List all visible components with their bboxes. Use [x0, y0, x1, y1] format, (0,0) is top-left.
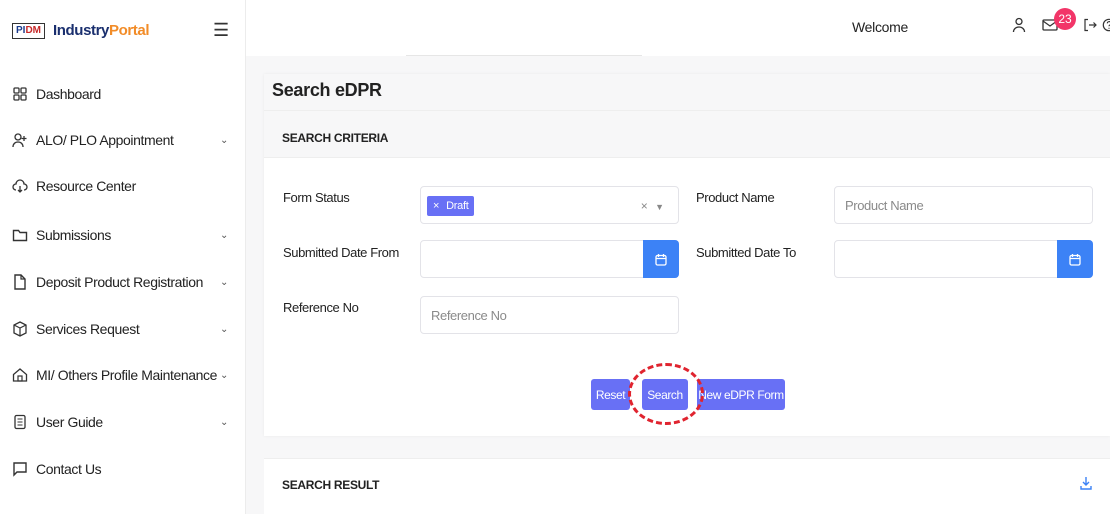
logo-mark: PIDM: [12, 22, 46, 39]
logo-text-dm: DM: [25, 24, 42, 36]
search-button[interactable]: Search: [642, 379, 688, 410]
calendar-button[interactable]: [643, 240, 679, 278]
brand: PIDM IndustryPortal ☰: [0, 0, 246, 56]
dropdown-arrow-icon[interactable]: ▼: [655, 202, 666, 212]
submitted-date-to-label: Submitted Date To: [696, 245, 796, 260]
folder-icon: [12, 227, 28, 243]
chevron-down-icon[interactable]: ⌄: [220, 135, 228, 146]
submitted-date-from-field[interactable]: [420, 240, 679, 278]
welcome-text: Welcome: [852, 19, 908, 35]
submitted-date-to-input[interactable]: [835, 241, 1055, 277]
page-title-bar: [264, 74, 1110, 110]
brand-name: IndustryPortal: [53, 22, 150, 39]
calendar-button[interactable]: [1057, 240, 1093, 278]
sidebar-item-deposit-product-registration[interactable]: Deposit Product Registration ⌄: [0, 260, 246, 304]
sidebar-item-label: MI/ Others Profile Maintenance: [36, 367, 217, 383]
sidebar-item-label: Submissions: [36, 227, 111, 243]
sidebar-item-contact-us[interactable]: Contact Us: [0, 447, 246, 491]
select-controls: × ▼: [641, 199, 666, 213]
download-icon[interactable]: [1080, 476, 1092, 495]
sidebar-item-profile-maintenance[interactable]: MI/ Others Profile Maintenance ⌄: [0, 353, 246, 397]
product-name-field[interactable]: [834, 186, 1093, 224]
sidebar: PIDM IndustryPortal ☰ Dashboard ALO/ PLO…: [0, 0, 246, 514]
logo[interactable]: PIDM IndustryPortal: [12, 22, 150, 39]
submitted-date-from-input[interactable]: [421, 241, 641, 277]
chevron-down-icon[interactable]: ⌄: [220, 417, 228, 428]
grid-icon: [12, 86, 28, 102]
sidebar-item-resource-center[interactable]: Resource Center: [0, 164, 246, 208]
chevron-down-icon[interactable]: ⌄: [220, 230, 228, 241]
box-icon: [12, 321, 28, 337]
user-profile-icon[interactable]: [1010, 16, 1028, 34]
clear-icon[interactable]: ×: [641, 199, 650, 213]
sidebar-item-label: Deposit Product Registration: [36, 274, 203, 290]
new-edpr-form-button[interactable]: New eDPR Form: [697, 379, 785, 410]
product-name-label: Product Name: [696, 190, 775, 205]
chevron-down-icon[interactable]: ⌄: [220, 370, 228, 381]
sidebar-item-label: Contact Us: [36, 461, 102, 477]
form-status-tag[interactable]: × Draft: [427, 196, 475, 216]
help-icon[interactable]: [1100, 16, 1110, 34]
submitted-date-from-label: Submitted Date From: [283, 245, 399, 260]
reference-no-input[interactable]: [421, 297, 678, 333]
sidebar-item-services-request[interactable]: Services Request ⌄: [0, 307, 246, 351]
calendar-icon: [655, 253, 667, 266]
product-name-input[interactable]: [835, 187, 1092, 223]
sidebar-item-label: User Guide: [36, 414, 103, 430]
chevron-down-icon[interactable]: ⌄: [220, 324, 228, 335]
reference-no-field[interactable]: [420, 296, 679, 334]
reset-button[interactable]: Reset: [591, 379, 630, 410]
sidebar-item-label: Services Request: [36, 321, 140, 337]
book-icon: [12, 414, 28, 430]
notification-badge[interactable]: 23: [1054, 8, 1076, 30]
sidebar-item-alo-plo-appointment[interactable]: ALO/ PLO Appointment ⌄: [0, 118, 246, 162]
form-status-label: Form Status: [283, 190, 350, 205]
search-criteria-header: [264, 110, 1110, 158]
sidebar-item-dashboard[interactable]: Dashboard: [0, 72, 246, 116]
cloud-icon: [12, 178, 28, 194]
document-icon: [12, 274, 28, 290]
logout-icon[interactable]: [1081, 16, 1099, 34]
sidebar-item-label: ALO/ PLO Appointment: [36, 132, 174, 148]
hamburger-menu-icon[interactable]: ☰: [213, 20, 229, 41]
remove-tag-icon[interactable]: ×: [433, 200, 439, 212]
calendar-icon: [1069, 253, 1081, 266]
search-result-title: SEARCH RESULT: [282, 478, 380, 492]
search-result-section: [264, 458, 1110, 514]
top-bar: Welcome 23: [246, 0, 1110, 56]
form-status-select[interactable]: × Draft × ▼: [420, 186, 679, 224]
brand-name-part1: Industry: [53, 22, 109, 39]
user-plus-icon: [12, 132, 28, 148]
sidebar-item-label: Resource Center: [36, 178, 136, 194]
sidebar-item-submissions[interactable]: Submissions ⌄: [0, 213, 246, 257]
home-icon: [12, 367, 28, 383]
sidebar-item-label: Dashboard: [36, 86, 101, 102]
chat-icon: [12, 461, 28, 477]
submitted-date-to-field[interactable]: [834, 240, 1093, 278]
chevron-down-icon[interactable]: ⌄: [220, 277, 228, 288]
sidebar-item-user-guide[interactable]: User Guide ⌄: [0, 400, 246, 444]
search-criteria-title: SEARCH CRITERIA: [282, 131, 389, 145]
brand-name-part2: Portal: [109, 22, 150, 39]
form-status-tag-label: Draft: [446, 200, 469, 212]
reference-no-label: Reference No: [283, 300, 359, 315]
page-title: Search eDPR: [272, 80, 382, 100]
